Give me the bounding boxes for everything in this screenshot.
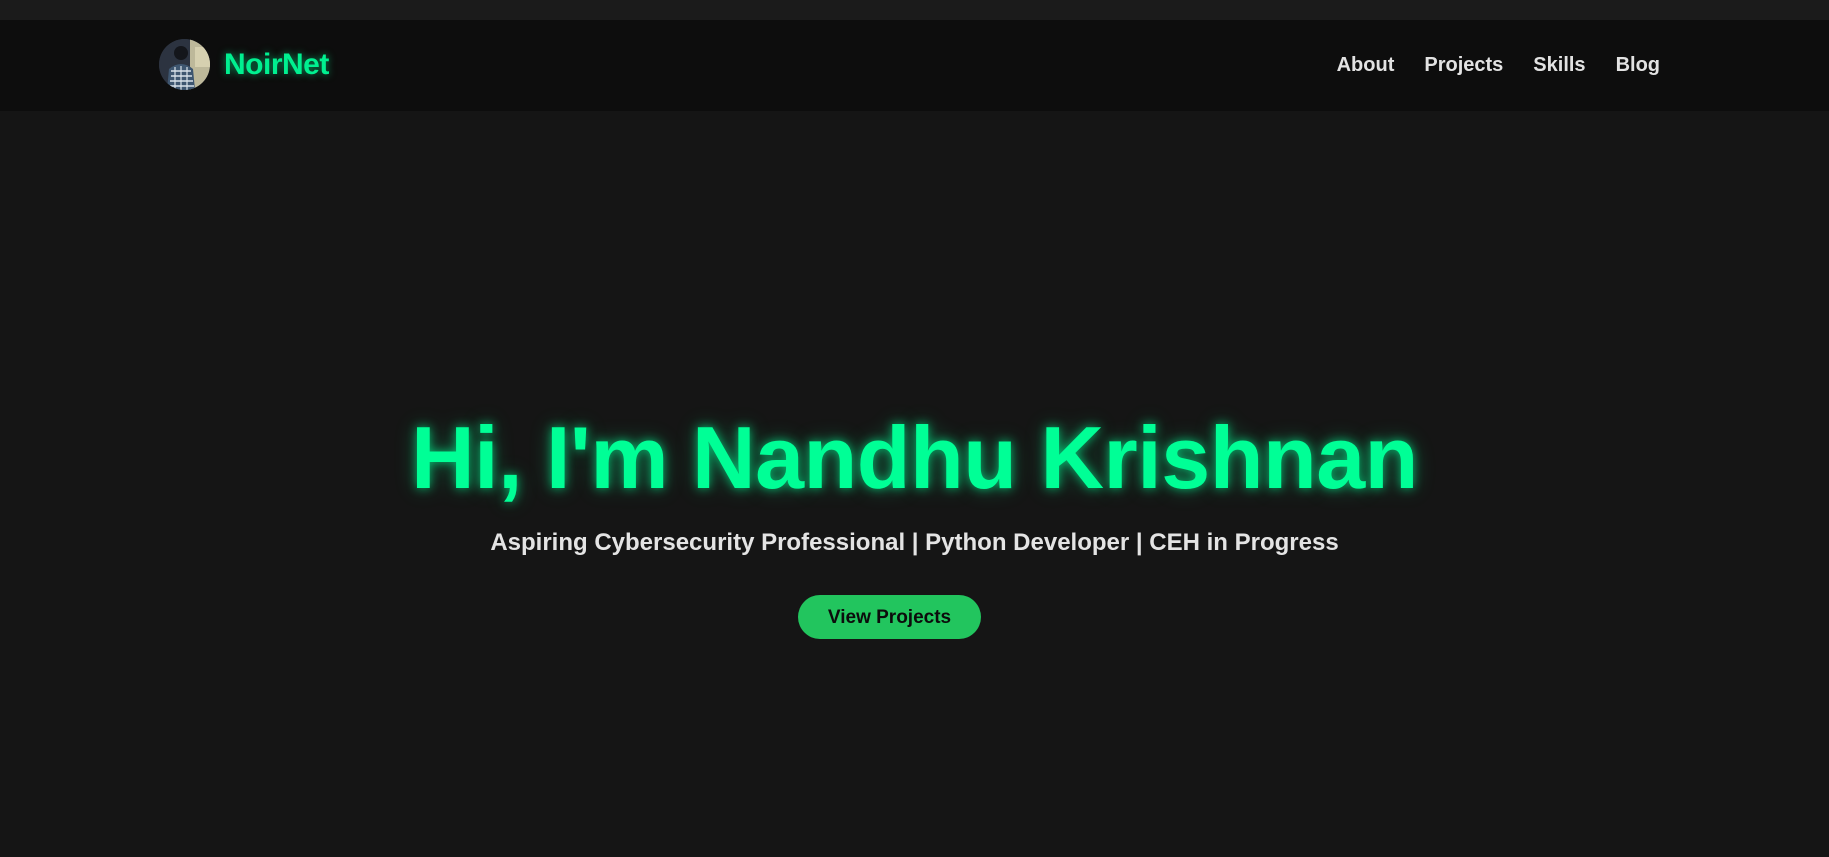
- brand-name[interactable]: NoirNet: [224, 48, 329, 82]
- navbar: NoirNet About Projects Skills Blog: [0, 20, 1829, 111]
- avatar-image: [159, 39, 210, 90]
- nav-link-projects[interactable]: Projects: [1424, 54, 1503, 77]
- main-nav: About Projects Skills Blog: [1337, 20, 1660, 111]
- view-projects-button[interactable]: View Projects: [798, 595, 981, 639]
- hero-section: Hi, I'm Nandhu Krishnan Aspiring Cyberse…: [0, 111, 1829, 857]
- avatar: [159, 39, 210, 90]
- nav-link-about[interactable]: About: [1337, 54, 1395, 77]
- nav-link-blog[interactable]: Blog: [1616, 54, 1660, 77]
- hero-subtitle: Aspiring Cybersecurity Professional | Py…: [490, 529, 1339, 556]
- hero-title: Hi, I'm Nandhu Krishnan: [411, 408, 1418, 507]
- top-strip: [0, 0, 1829, 20]
- brand[interactable]: NoirNet: [159, 39, 329, 90]
- nav-link-skills[interactable]: Skills: [1533, 54, 1585, 77]
